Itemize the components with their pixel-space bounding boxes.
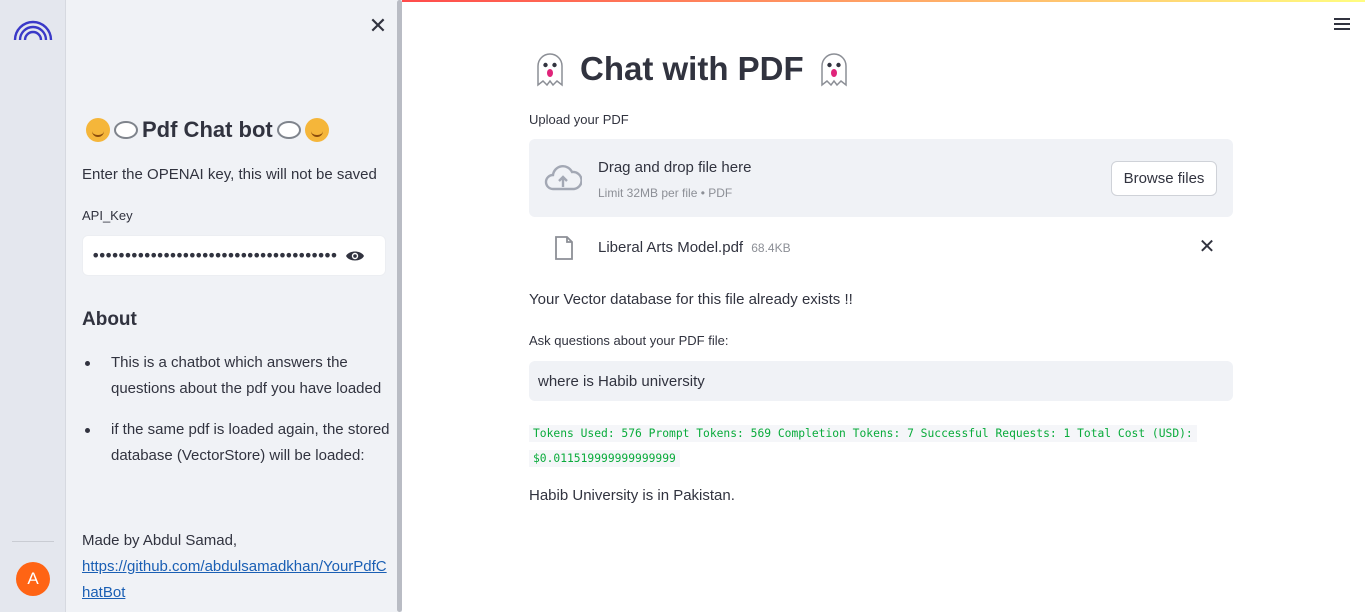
token-usage: Tokens Used: 576 Prompt Tokens: 569 Comp…	[529, 421, 1233, 471]
dropzone-title: Drag and drop file here	[598, 159, 752, 176]
about-heading: About	[82, 309, 137, 330]
header-decoration	[402, 0, 1365, 2]
ghost-icon	[820, 53, 847, 87]
page-title: Chat with PDF	[532, 50, 852, 88]
question-label: Ask questions about your PDF file:	[529, 333, 729, 348]
close-sidebar-button[interactable]: ✕	[366, 14, 390, 38]
sidebar-title: Pdf Chat bot	[86, 117, 329, 143]
cloud-upload-icon	[544, 165, 582, 191]
token-usage-line: Tokens Used: 576 Prompt Tokens: 569 Comp…	[529, 425, 1197, 442]
list-item: if the same pdf is loaded again, the sto…	[82, 417, 392, 469]
file-dropzone[interactable]: Drag and drop file here Limit 32MB per f…	[529, 139, 1233, 217]
speech-bubble-icon	[276, 121, 301, 139]
sidebar-scrollbar[interactable]	[397, 0, 402, 612]
app-rail: A	[0, 0, 66, 612]
api-key-label: API_Key	[82, 208, 133, 223]
close-icon: ✕	[368, 13, 388, 38]
hugging-face-icon	[86, 118, 110, 142]
answer-text: Habib University is in Pakistan.	[529, 487, 735, 504]
rail-divider	[12, 541, 54, 542]
file-name-text: Liberal Arts Model.pdf	[598, 239, 744, 256]
hugging-face-icon	[304, 118, 329, 142]
file-icon	[555, 236, 573, 260]
speech-bubble-icon	[114, 121, 138, 139]
page-title-text: Chat with PDF	[580, 50, 804, 87]
token-cost: $0.011519999999999999	[529, 450, 680, 467]
ghost-icon	[537, 53, 563, 87]
github-link[interactable]: https://github.com/abdulsamadkhan/YourPd…	[82, 554, 388, 606]
hamburger-menu-icon[interactable]	[1332, 15, 1352, 33]
dropzone-limit: Limit 32MB per file • PDF	[598, 186, 733, 200]
api-key-field[interactable]	[82, 235, 386, 276]
file-size: 68.4KB	[751, 241, 791, 255]
remove-file-button[interactable]: ✕	[1196, 236, 1218, 258]
sidebar	[66, 0, 402, 612]
question-input[interactable]	[529, 361, 1233, 401]
close-icon: ✕	[1198, 236, 1216, 258]
sidebar-description: Enter the OPENAI key, this will not be s…	[82, 166, 377, 183]
browse-files-button[interactable]: Browse files	[1111, 161, 1217, 196]
sidebar-title-text: Pdf Chat bot	[142, 117, 273, 142]
made-by-text: Made by Abdul Samad,	[82, 532, 238, 549]
rainbow-logo-icon[interactable]	[12, 16, 54, 42]
list-item: This is a chatbot which answers the ques…	[82, 350, 392, 402]
upload-label: Upload your PDF	[529, 112, 629, 127]
eye-icon[interactable]	[345, 248, 365, 264]
avatar[interactable]: A	[16, 562, 50, 596]
api-key-input[interactable]	[91, 236, 337, 275]
status-message: Your Vector database for this file alrea…	[529, 291, 853, 308]
credits: Made by Abdul Samad, https://github.com/…	[82, 528, 388, 606]
uploaded-file-name: Liberal Arts Model.pdf 68.4KB	[598, 239, 791, 256]
about-list: This is a chatbot which answers the ques…	[82, 350, 392, 484]
